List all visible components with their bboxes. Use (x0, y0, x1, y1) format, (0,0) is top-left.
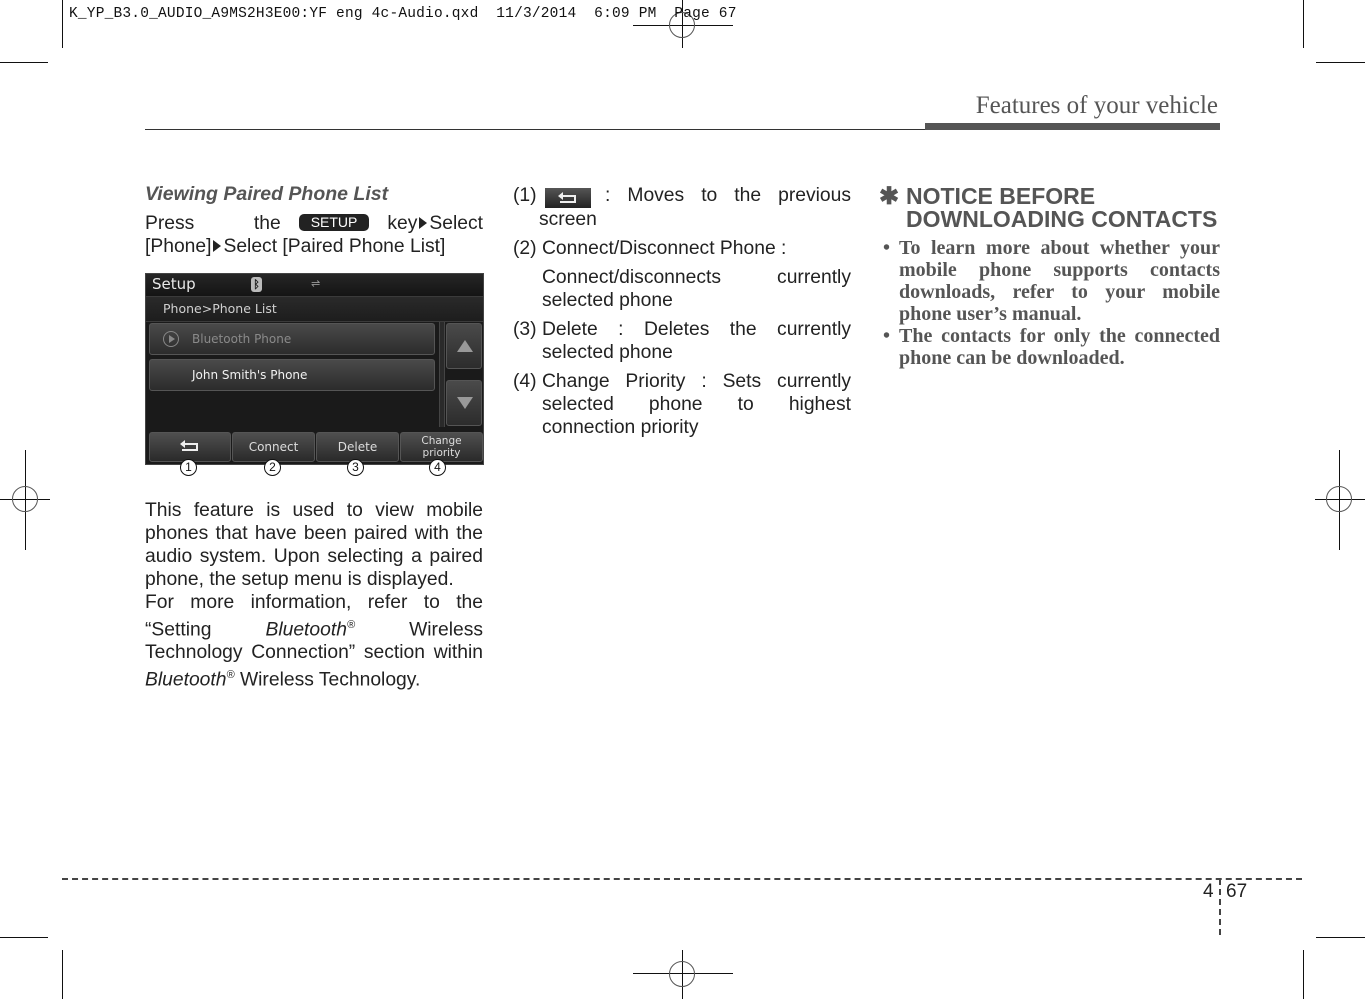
paragraph-description: This feature is used to view mobile phon… (145, 500, 483, 590)
arrow-down-icon (457, 397, 473, 409)
arrow-up-icon (457, 340, 473, 352)
left-column: Viewing Paired Phone List Press the SETUP… (145, 183, 483, 258)
registration-circle (669, 961, 695, 987)
setup-key-badge: SETUP (298, 214, 370, 231)
registration-circle (12, 486, 38, 512)
play-icon (163, 331, 179, 347)
list-item-bluetooth-phone: Bluetooth Phone (149, 323, 435, 355)
callout-3: 3 (347, 459, 364, 476)
crop-mark (0, 937, 48, 938)
legend-item-3: (3) Delete : Deletes the currently selec… (513, 319, 851, 363)
list-item-john-smiths-phone: John Smith's Phone (149, 359, 435, 391)
back-arrow-icon (180, 440, 200, 453)
phone-list-screen-image: Setup ᛒ ⇌ Phone>Phone List Bluetooth Pho… (145, 273, 484, 465)
arrow-right-icon (419, 217, 428, 229)
paragraph-reference: For more information, refer to the “Sett… (145, 592, 483, 691)
arrow-right-icon (213, 240, 222, 252)
legend-item-4: (4) Change Priority : Sets currently sel… (513, 371, 851, 438)
asterisk-icon: ✱ (879, 183, 900, 210)
delete-button: Delete (316, 432, 399, 462)
scroll-down-button (446, 380, 482, 426)
footer-divider (1219, 879, 1221, 935)
section-title: Viewing Paired Phone List (145, 183, 389, 205)
crop-mark (62, 950, 63, 999)
crop-mark (1316, 62, 1365, 63)
notice-list: • To learn more about whether your mobil… (879, 237, 1220, 369)
notice-bullet: • To learn more about whether your mobil… (883, 237, 1220, 325)
chapter-number: 4 (1203, 881, 1214, 902)
instruction-line-2: [Phone] Select [Paired Phone List] (145, 236, 446, 257)
usb-icon: ⇌ (311, 277, 321, 290)
crop-mark (62, 0, 63, 48)
crop-mark (1303, 0, 1304, 48)
print-slug: K_YP_B3.0_AUDIO_A9MS2H3E00:YF eng 4c-Aud… (69, 6, 737, 22)
page-number: 67 (1226, 881, 1248, 902)
notice-title: ✱ NOTICE BEFORE DOWNLOADING CONTACTS (879, 183, 1218, 232)
header-rule-accent (925, 123, 1220, 130)
legend-item-1: (1) : Moves to the previous screen (513, 185, 851, 230)
crop-mark (0, 62, 48, 63)
back-button (149, 432, 231, 462)
callout-4: 4 (429, 459, 446, 476)
header-rule (145, 129, 925, 130)
screen-title: Setup (152, 275, 196, 293)
connect-button: Connect (232, 432, 315, 462)
screen-breadcrumb: Phone>Phone List (146, 297, 483, 322)
back-button-icon (545, 188, 591, 208)
crop-mark (1303, 950, 1304, 999)
legend-item-2: (2) Connect/Disconnect Phone : Connect/d… (513, 238, 851, 311)
scroll-track (439, 322, 445, 427)
change-priority-button: Change priority (400, 432, 483, 462)
bluetooth-icon: ᛒ (251, 277, 262, 292)
left-column-body: This feature is used to view mobile phon… (145, 499, 483, 692)
callout-2: 2 (264, 459, 281, 476)
scroll-up-button (446, 323, 482, 369)
footer-rule (62, 878, 1302, 880)
screen-status-bar: Setup ᛒ ⇌ (146, 274, 483, 297)
page-header-title: Features of your vehicle (975, 92, 1218, 119)
middle-column: (1) : Moves to the previous screen (2) C… (513, 184, 851, 445)
crop-mark (1316, 937, 1365, 938)
notice-bullet: • The contacts for only the connected ph… (883, 325, 1220, 369)
registration-circle (1326, 486, 1352, 512)
instruction-line-1: Press the SETUP key Select (145, 213, 483, 234)
callout-1: 1 (180, 459, 197, 476)
right-column: ✱ NOTICE BEFORE DOWNLOADING CONTACTS • T… (879, 183, 1220, 370)
